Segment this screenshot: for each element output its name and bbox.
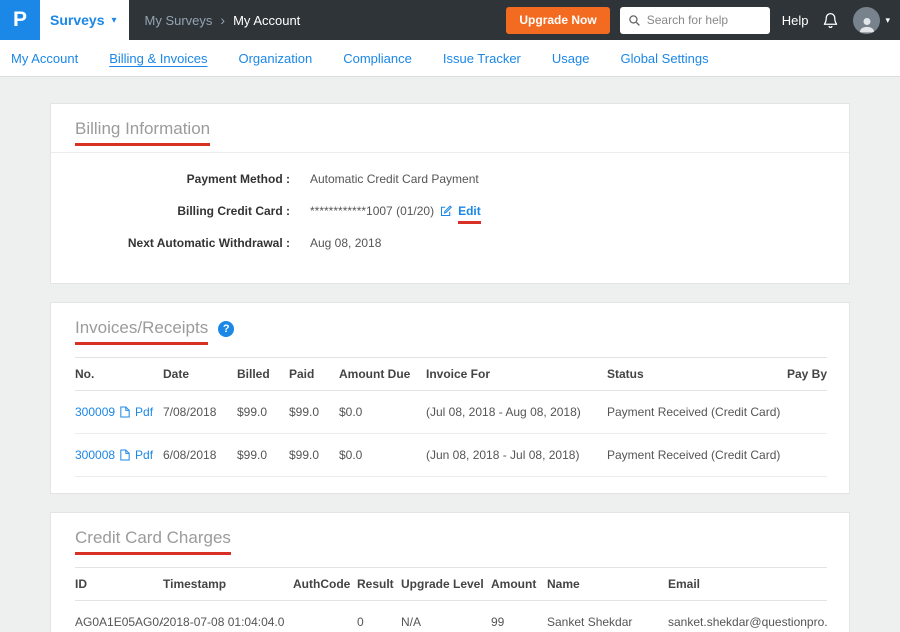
col-email: Email [668, 568, 827, 601]
product-name: Surveys [50, 12, 104, 28]
col-amount: Amount [491, 568, 547, 601]
col-pay-by: Pay By [781, 358, 827, 391]
invoice-pdf-link[interactable]: Pdf [135, 405, 153, 419]
main-content: Billing Information Payment Method : Aut… [0, 77, 900, 632]
col-billed: Billed [237, 358, 289, 391]
billing-credit-card-value: ************1007 (01/20) [310, 204, 434, 218]
charge-amount: 99 [491, 601, 547, 632]
payment-method-value: Automatic Credit Card Payment [310, 172, 479, 186]
upgrade-now-button[interactable]: Upgrade Now [506, 7, 609, 34]
avatar-chevron-icon[interactable]: ▾ [885, 15, 890, 26]
tab-billing-invoices[interactable]: Billing & Invoices [109, 51, 207, 66]
invoice-number-link[interactable]: 300008 [75, 448, 115, 462]
tab-issue-tracker[interactable]: Issue Tracker [443, 51, 521, 66]
col-paid: Paid [289, 358, 339, 391]
col-name: Name [547, 568, 668, 601]
charge-authcode [293, 601, 357, 632]
col-id: ID [75, 568, 163, 601]
help-link[interactable]: Help [782, 13, 809, 28]
search-input[interactable] [647, 13, 762, 27]
invoice-for: (Jul 08, 2018 - Aug 08, 2018) [426, 391, 607, 434]
billing-information-card: Billing Information Payment Method : Aut… [50, 103, 850, 284]
help-search-box [620, 7, 770, 34]
invoice-status: Payment Received (Credit Card) [607, 391, 781, 434]
search-icon [628, 14, 641, 27]
tab-my-account[interactable]: My Account [11, 51, 78, 66]
invoice-date: 6/08/2018 [163, 434, 237, 477]
invoices-receipts-title: Invoices/Receipts [75, 318, 208, 338]
invoice-row: 300009 Pdf 7/08/2018 $99.0 [75, 391, 827, 434]
invoice-date: 7/08/2018 [163, 391, 237, 434]
credit-card-charges-title: Credit Card Charges [75, 528, 231, 548]
tab-compliance[interactable]: Compliance [343, 51, 412, 66]
charges-table: ID Timestamp AuthCode Result Upgrade Lev… [75, 567, 827, 632]
payment-method-row: Payment Method : Automatic Credit Card P… [75, 163, 825, 195]
next-withdrawal-label: Next Automatic Withdrawal : [75, 236, 290, 250]
payment-method-label: Payment Method : [75, 172, 290, 186]
charge-email: sanket.shekdar@questionpro.com [668, 601, 827, 632]
top-bar: P Surveys ▾ My Surveys › My Account Upgr… [0, 0, 900, 40]
invoice-pdf-link[interactable]: Pdf [135, 448, 153, 462]
invoices-receipts-card: Invoices/Receipts ? No. Date Billed Paid… [50, 302, 850, 494]
charge-timestamp: 2018-07-08 01:04:04.0 [163, 601, 293, 632]
invoice-status: Payment Received (Credit Card) [607, 434, 781, 477]
billing-credit-card-row: Billing Credit Card : ************1007 (… [75, 195, 825, 227]
col-date: Date [163, 358, 237, 391]
invoice-paid: $99.0 [289, 434, 339, 477]
bell-icon[interactable] [822, 11, 839, 29]
charge-id: AG0A1E05AG0A [75, 601, 163, 632]
invoice-billed: $99.0 [237, 434, 289, 477]
col-authcode: AuthCode [293, 568, 357, 601]
breadcrumb-separator-icon: › [220, 12, 225, 28]
charge-result: 0 [357, 601, 401, 632]
tab-organization[interactable]: Organization [238, 51, 312, 66]
help-icon[interactable]: ? [218, 321, 234, 337]
charge-name: Sanket Shekdar [547, 601, 668, 632]
invoice-for: (Jun 08, 2018 - Jul 08, 2018) [426, 434, 607, 477]
invoice-pay-by [781, 434, 827, 477]
pdf-icon[interactable] [120, 449, 130, 461]
edit-icon[interactable] [440, 205, 452, 217]
col-no: No. [75, 358, 163, 391]
breadcrumb-my-surveys[interactable]: My Surveys [145, 13, 213, 28]
charge-upgrade-level: N/A [401, 601, 491, 632]
invoice-row: 300008 Pdf 6/08/2018 $99.0 [75, 434, 827, 477]
col-upgrade-level: Upgrade Level [401, 568, 491, 601]
billing-information-title: Billing Information [75, 119, 210, 139]
next-withdrawal-value: Aug 08, 2018 [310, 236, 381, 250]
charge-row: AG0A1E05AG0A 2018-07-08 01:04:04.0 0 N/A… [75, 601, 827, 632]
credit-card-charges-card: Credit Card Charges ID Timestamp AuthCod… [50, 512, 850, 632]
breadcrumb: My Surveys › My Account [145, 12, 301, 28]
billing-credit-card-label: Billing Credit Card : [75, 204, 290, 218]
chevron-down-icon: ▾ [111, 15, 116, 26]
next-withdrawal-row: Next Automatic Withdrawal : Aug 08, 2018 [75, 227, 825, 259]
tab-usage[interactable]: Usage [552, 51, 590, 66]
invoices-table: No. Date Billed Paid Amount Due Invoice … [75, 357, 827, 477]
invoice-pay-by [781, 391, 827, 434]
invoice-billed: $99.0 [237, 391, 289, 434]
invoice-number-link[interactable]: 300009 [75, 405, 115, 419]
col-invoice-for: Invoice For [426, 358, 607, 391]
edit-credit-card-link[interactable]: Edit [458, 204, 481, 218]
questionpro-logo: P [0, 0, 40, 40]
invoice-paid: $99.0 [289, 391, 339, 434]
tab-bar: My Account Billing & Invoices Organizati… [0, 40, 900, 77]
col-status: Status [607, 358, 781, 391]
invoice-amount-due: $0.0 [339, 434, 426, 477]
breadcrumb-my-account: My Account [233, 13, 300, 28]
tab-global-settings[interactable]: Global Settings [620, 51, 708, 66]
invoice-amount-due: $0.0 [339, 391, 426, 434]
pdf-icon[interactable] [120, 406, 130, 418]
product-switcher[interactable]: P Surveys ▾ [0, 0, 129, 40]
col-result: Result [357, 568, 401, 601]
col-amount-due: Amount Due [339, 358, 426, 391]
col-timestamp: Timestamp [163, 568, 293, 601]
avatar[interactable] [853, 7, 880, 34]
